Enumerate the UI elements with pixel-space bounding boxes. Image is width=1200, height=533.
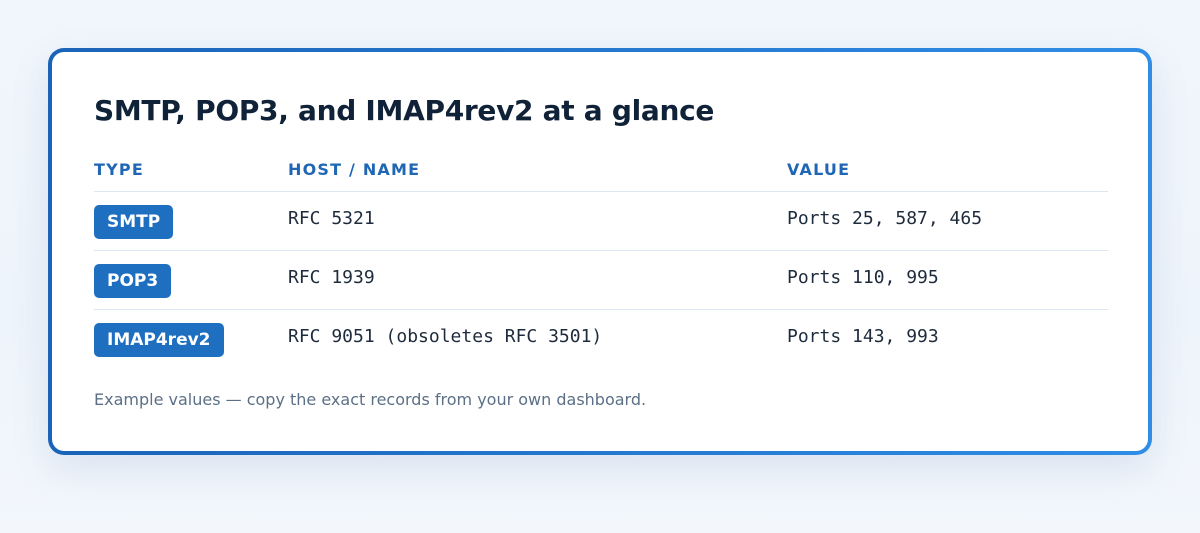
column-header-type: TYPE xyxy=(94,160,144,179)
table-row: POP3 RFC 1939 Ports 110, 995 xyxy=(94,251,1108,310)
column-header-host-name: HOST / NAME xyxy=(288,160,421,179)
table-header: TYPE HOST / NAME VALUE xyxy=(94,154,1108,192)
type-badge: SMTP xyxy=(94,205,174,239)
host-name-cell: RFC 9051 (obsoletes RFC 3501) xyxy=(288,326,603,347)
value-cell: Ports 143, 993 xyxy=(787,326,939,347)
reference-card-frame: SMTP, POP3, and IMAP4rev2 at a glance TY… xyxy=(48,48,1152,455)
value-cell: Ports 25, 587, 465 xyxy=(787,208,983,229)
value-cell: Ports 110, 995 xyxy=(787,267,939,288)
footnote: Example values — copy the exact records … xyxy=(94,390,647,409)
protocol-table: TYPE HOST / NAME VALUE SMTP RFC 5321 Por… xyxy=(94,154,1108,369)
host-name-cell: RFC 1939 xyxy=(288,267,375,288)
table-row: IMAP4rev2 RFC 9051 (obsoletes RFC 3501) … xyxy=(94,310,1108,369)
column-header-value: VALUE xyxy=(787,160,851,179)
reference-card: SMTP, POP3, and IMAP4rev2 at a glance TY… xyxy=(52,52,1148,451)
card-title: SMTP, POP3, and IMAP4rev2 at a glance xyxy=(94,94,715,127)
type-badge: IMAP4rev2 xyxy=(94,323,224,357)
table-row: SMTP RFC 5321 Ports 25, 587, 465 xyxy=(94,192,1108,251)
type-badge: POP3 xyxy=(94,264,172,298)
host-name-cell: RFC 5321 xyxy=(288,208,375,229)
